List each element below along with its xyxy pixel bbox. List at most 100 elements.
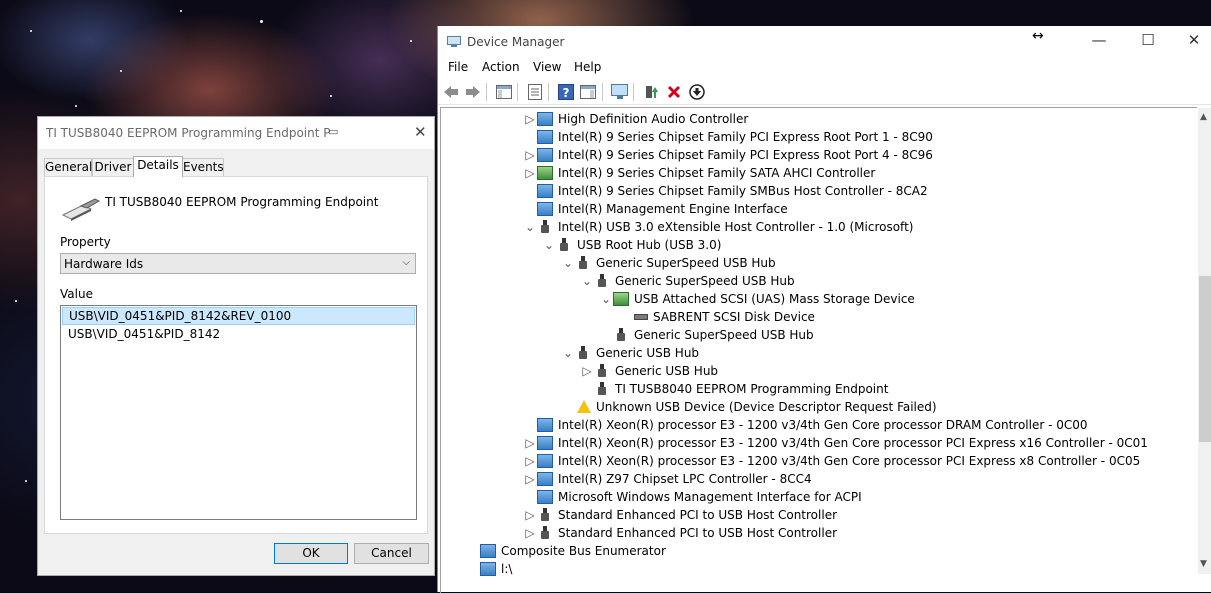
property-label: Property bbox=[60, 235, 111, 249]
collapse-chevron-icon[interactable]: ⌄ bbox=[561, 254, 575, 272]
toolbar-separator bbox=[548, 83, 549, 101]
uninstall-icon[interactable] bbox=[665, 83, 683, 101]
update-driver-icon[interactable] bbox=[642, 83, 660, 101]
expand-chevron-icon[interactable]: ▷ bbox=[523, 524, 537, 542]
tree-node-label: Unknown USB Device (Device Descriptor Re… bbox=[596, 400, 937, 414]
tree-node-label: USB Root Hub (USB 3.0) bbox=[577, 238, 722, 252]
menu-bar: File Action View Help bbox=[438, 57, 1211, 77]
menu-view[interactable]: View bbox=[533, 60, 561, 74]
show-hide-console-tree-icon[interactable] bbox=[495, 83, 513, 101]
scroll-up-arrow-icon[interactable]: ▲ bbox=[1200, 112, 1207, 122]
expand-chevron-icon[interactable]: ▷ bbox=[523, 164, 537, 182]
disable-icon[interactable] bbox=[688, 83, 706, 101]
controller-icon bbox=[480, 562, 496, 576]
usb-plug-icon bbox=[541, 220, 549, 234]
tree-node-label: Composite Bus Enumerator bbox=[501, 544, 666, 558]
device-name: TI TUSB8040 EEPROM Programming Endpoint bbox=[105, 195, 379, 209]
maximize-icon[interactable]: ☐ bbox=[1138, 31, 1158, 49]
controller-icon bbox=[537, 472, 553, 486]
controller-icon bbox=[537, 202, 553, 216]
expand-chevron-icon[interactable]: ▷ bbox=[523, 146, 537, 164]
toolbar-separator bbox=[633, 83, 634, 101]
tree-node-label: Intel(R) 9 Series Chipset Family PCI Exp… bbox=[558, 148, 933, 162]
action-pane-icon[interactable] bbox=[579, 83, 597, 101]
property-dropdown[interactable]: Hardware Ids ⌵ bbox=[60, 253, 416, 274]
collapse-chevron-icon[interactable]: ⌄ bbox=[561, 344, 575, 362]
controller-icon bbox=[537, 490, 553, 504]
warning-icon bbox=[577, 400, 591, 413]
back-icon[interactable] bbox=[442, 83, 460, 101]
ok-button[interactable]: OK bbox=[274, 543, 348, 564]
controller-icon bbox=[537, 454, 553, 468]
collapse-chevron-icon[interactable]: ⌄ bbox=[523, 218, 537, 236]
value-listbox[interactable]: USB\VID_0451&PID_8142&REV_0100 USB\VID_0… bbox=[60, 305, 417, 520]
usb-plug-icon bbox=[541, 508, 549, 522]
expand-chevron-icon[interactable]: ▷ bbox=[580, 362, 594, 380]
device-tree: ▷ High Definition Audio Controller Intel(R… bbox=[440, 107, 1197, 593]
tab-details[interactable]: Details bbox=[133, 156, 183, 177]
collapse-chevron-icon[interactable]: ⌄ bbox=[542, 236, 556, 254]
forward-icon[interactable] bbox=[464, 83, 482, 101]
menu-action[interactable]: Action bbox=[482, 60, 520, 74]
tree-node-label: Intel(R) Xeon(R) processor E3 - 1200 v3/… bbox=[558, 418, 1088, 432]
value-label: Value bbox=[60, 287, 93, 301]
dialog-titlebar[interactable]: TI TUSB8040 EEPROM Programming Endpoint … bbox=[38, 117, 434, 149]
tree-node-label: TI TUSB8040 EEPROM Programming Endpoint bbox=[615, 382, 889, 396]
list-item[interactable]: USB\VID_0451&PID_8142&REV_0100 bbox=[62, 307, 415, 325]
menu-help[interactable]: Help bbox=[574, 60, 601, 74]
scrollbar-thumb[interactable] bbox=[1199, 276, 1211, 442]
minimize-icon[interactable]: — bbox=[1089, 31, 1109, 49]
scroll-down-arrow-icon[interactable]: ▼ bbox=[1200, 559, 1207, 569]
chevron-down-icon: ⌵ bbox=[402, 257, 410, 268]
tree-node-label: Intel(R) Management Engine Interface bbox=[558, 202, 788, 216]
tree-node-label: Standard Enhanced PCI to USB Host Contro… bbox=[558, 526, 838, 540]
list-item[interactable]: USB\VID_0451&PID_8142 bbox=[62, 325, 415, 343]
usb-plug-icon bbox=[541, 526, 549, 540]
disk-drive-icon bbox=[634, 314, 648, 320]
expand-chevron-icon[interactable]: ▷ bbox=[523, 470, 537, 488]
cancel-button[interactable]: Cancel bbox=[354, 543, 429, 564]
toolbar-separator bbox=[486, 83, 487, 101]
controller-icon bbox=[537, 184, 553, 198]
tree-node-label: Generic USB Hub bbox=[615, 364, 719, 378]
tree-node-label: Intel(R) Xeon(R) processor E3 - 1200 v3/… bbox=[558, 436, 1148, 450]
close-icon[interactable]: ✕ bbox=[1184, 31, 1204, 49]
collapse-chevron-icon[interactable]: ⌄ bbox=[599, 290, 613, 308]
tree-node-label: Generic USB Hub bbox=[596, 346, 700, 360]
help-icon[interactable]: ? bbox=[557, 83, 575, 101]
tab-driver[interactable]: Driver bbox=[92, 158, 134, 176]
tab-general[interactable]: General bbox=[44, 158, 92, 176]
property-selected-value: Hardware Ids bbox=[64, 257, 144, 271]
tree-node-label: Intel(R) Xeon(R) processor E3 - 1200 v3/… bbox=[558, 454, 1141, 468]
properties-icon[interactable] bbox=[526, 83, 544, 101]
dialog-title-overflow-icon: ▭ bbox=[328, 125, 339, 138]
expand-chevron-icon[interactable]: ▷ bbox=[523, 452, 537, 470]
toolbar: ? bbox=[438, 80, 1211, 105]
svg-text:?: ? bbox=[563, 86, 570, 100]
dialog-title: TI TUSB8040 EEPROM Programming Endpoint … bbox=[46, 126, 331, 140]
close-icon[interactable]: ✕ bbox=[414, 123, 427, 141]
tree-node-label: Microsoft Windows Management Interface f… bbox=[558, 490, 862, 504]
expand-chevron-icon[interactable]: ▷ bbox=[523, 434, 537, 452]
scan-hardware-icon[interactable] bbox=[611, 83, 629, 101]
expand-chevron-icon[interactable]: ▷ bbox=[523, 110, 537, 128]
tree-node-label: Intel(R) 9 Series Chipset Family PCI Exp… bbox=[558, 130, 933, 144]
window-title: Device Manager bbox=[467, 35, 565, 49]
usb-plug-icon bbox=[598, 364, 606, 378]
controller-icon bbox=[480, 544, 496, 558]
device-manager-window: Device Manager ↔ — ☐ ✕ File Action View … bbox=[437, 26, 1211, 593]
usb-plug-icon bbox=[598, 274, 606, 288]
tree-node-label: USB Attached SCSI (UAS) Mass Storage Dev… bbox=[634, 292, 915, 306]
tab-events[interactable]: Events bbox=[182, 158, 224, 176]
collapse-chevron-icon[interactable]: ⌄ bbox=[580, 272, 594, 290]
usb-plug-icon bbox=[617, 328, 625, 342]
menu-file[interactable]: File bbox=[448, 60, 468, 74]
tree-node-label: Standard Enhanced PCI to USB Host Contro… bbox=[558, 508, 838, 522]
window-titlebar[interactable]: Device Manager ↔ — ☐ ✕ bbox=[438, 26, 1211, 57]
toolbar-separator bbox=[517, 83, 518, 101]
tree-node-label: SABRENT SCSI Disk Device bbox=[653, 310, 815, 324]
tree-node-label: Intel(R) 9 Series Chipset Family SATA AH… bbox=[558, 166, 876, 180]
expand-chevron-icon[interactable]: ▷ bbox=[523, 506, 537, 524]
usb-plug-icon bbox=[560, 238, 568, 252]
tree-node-label: Intel(R) Z97 Chipset LPC Controller - 8C… bbox=[558, 472, 812, 486]
